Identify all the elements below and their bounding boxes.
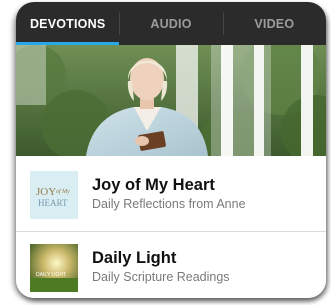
list-item-daily-light[interactable]: DAILY LIGHT Daily Light Daily Scripture … bbox=[16, 232, 326, 298]
devotion-subtitle: Daily Scripture Readings bbox=[92, 270, 230, 284]
tab-devotions[interactable]: DEVOTIONS bbox=[16, 2, 120, 45]
devotion-title: Joy of My Heart bbox=[92, 176, 215, 194]
tab-audio-label: AUDIO bbox=[150, 16, 192, 31]
devotions-card: DEVOTIONS AUDIO VIDEO JOY of My HEART Jo… bbox=[16, 2, 326, 298]
thumb-of-my-word: of My bbox=[56, 188, 70, 195]
devotion-subtitle: Daily Reflections from Anne bbox=[92, 197, 246, 211]
joy-of-my-heart-text: Joy of My Heart Daily Reflections from A… bbox=[92, 175, 246, 212]
devotion-title: Daily Light bbox=[92, 249, 177, 267]
hero-photo bbox=[16, 45, 326, 156]
daily-light-thumbnail: DAILY LIGHT bbox=[30, 244, 78, 292]
tab-video-label: VIDEO bbox=[254, 16, 295, 31]
list-item-joy-of-my-heart[interactable]: JOY of My HEART Joy of My Heart Daily Re… bbox=[16, 159, 326, 231]
thumb-daily-light-word: DAILY LIGHT bbox=[36, 272, 66, 278]
tab-devotions-label: DEVOTIONS bbox=[29, 16, 106, 31]
tab-audio[interactable]: AUDIO bbox=[119, 2, 222, 45]
joy-of-my-heart-thumbnail: JOY of My HEART bbox=[30, 171, 78, 219]
thumb-joy-word: JOY bbox=[36, 186, 56, 198]
tab-video[interactable]: VIDEO bbox=[222, 2, 326, 45]
tab-bar: DEVOTIONS AUDIO VIDEO bbox=[16, 2, 326, 45]
daily-light-text: Daily Light Daily Scripture Readings bbox=[92, 248, 230, 285]
thumb-heart-word: HEART bbox=[38, 198, 68, 208]
